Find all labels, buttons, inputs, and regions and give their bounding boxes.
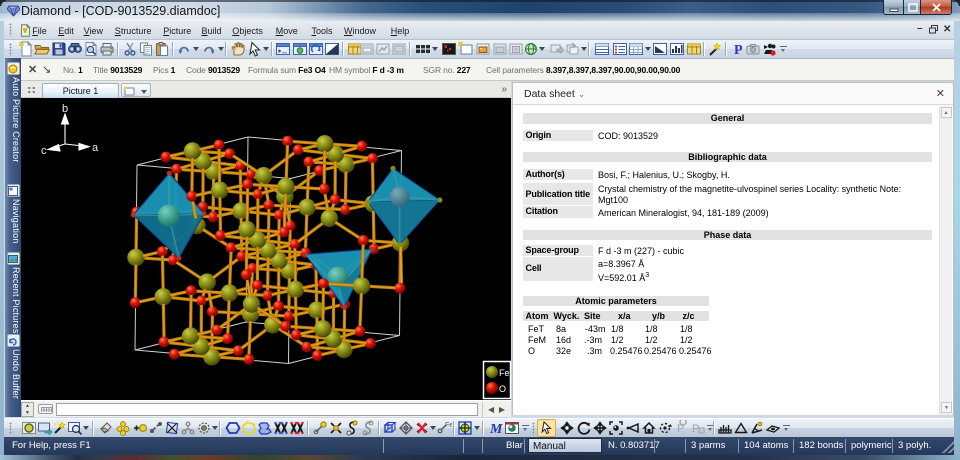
svg-text:c: c [41, 145, 47, 157]
svg-text:P: P [692, 423, 699, 435]
svg-text:b: b [62, 103, 68, 115]
svg-text:a: a [92, 142, 99, 154]
svg-text:M: M [489, 422, 503, 436]
svg-text:Fe: Fe [445, 422, 452, 429]
svg-text:P: P [734, 43, 743, 57]
svg-text:Fe: Fe [499, 368, 510, 378]
svg-text:O: O [499, 384, 506, 394]
